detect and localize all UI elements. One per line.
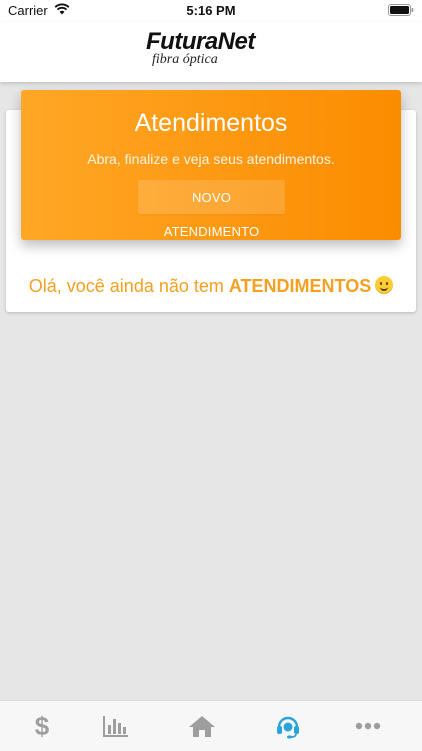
tab-mais[interactable] bbox=[326, 701, 410, 751]
more-icon bbox=[355, 722, 381, 730]
headset-icon bbox=[275, 713, 301, 739]
futuranet-logo: FuturaNet fibra óptica bbox=[146, 28, 278, 72]
battery-icon bbox=[388, 4, 414, 19]
status-bar: Carrier 5:16 PM bbox=[0, 0, 422, 22]
home-icon bbox=[188, 714, 216, 738]
empty-state-bold: ATENDIMENTOS bbox=[228, 276, 372, 296]
logo-sub-text: fibra óptica bbox=[152, 52, 218, 67]
page-title: Atendimentos bbox=[134, 109, 288, 137]
tab-atendimentos[interactable] bbox=[246, 701, 330, 751]
tab-financeiro[interactable]: $ bbox=[0, 701, 84, 751]
atendimentos-banner: Atendimentos Abra, finalize e veja seus … bbox=[21, 90, 401, 240]
status-time: 5:16 PM bbox=[186, 3, 236, 18]
slightly-smiling-face-icon bbox=[375, 276, 394, 294]
tab-inicio[interactable] bbox=[160, 701, 244, 751]
empty-state-message: Olá, você ainda não tem ATENDIMENTOS bbox=[0, 276, 422, 297]
app-header: FuturaNet fibra óptica bbox=[0, 22, 422, 82]
dollar-icon: $ bbox=[32, 712, 52, 740]
svg-text:$: $ bbox=[35, 712, 50, 740]
tab-consumo[interactable] bbox=[74, 701, 158, 751]
empty-state-prefix: Olá, você ainda não tem bbox=[28, 276, 229, 296]
new-ticket-button[interactable]: NOVO ATENDIMENTO bbox=[138, 180, 285, 239]
tab-bar: $ bbox=[0, 700, 422, 751]
bar-chart-icon bbox=[103, 715, 129, 737]
banner-subtitle: Abra, finalize e veja seus atendimentos. bbox=[87, 151, 335, 167]
